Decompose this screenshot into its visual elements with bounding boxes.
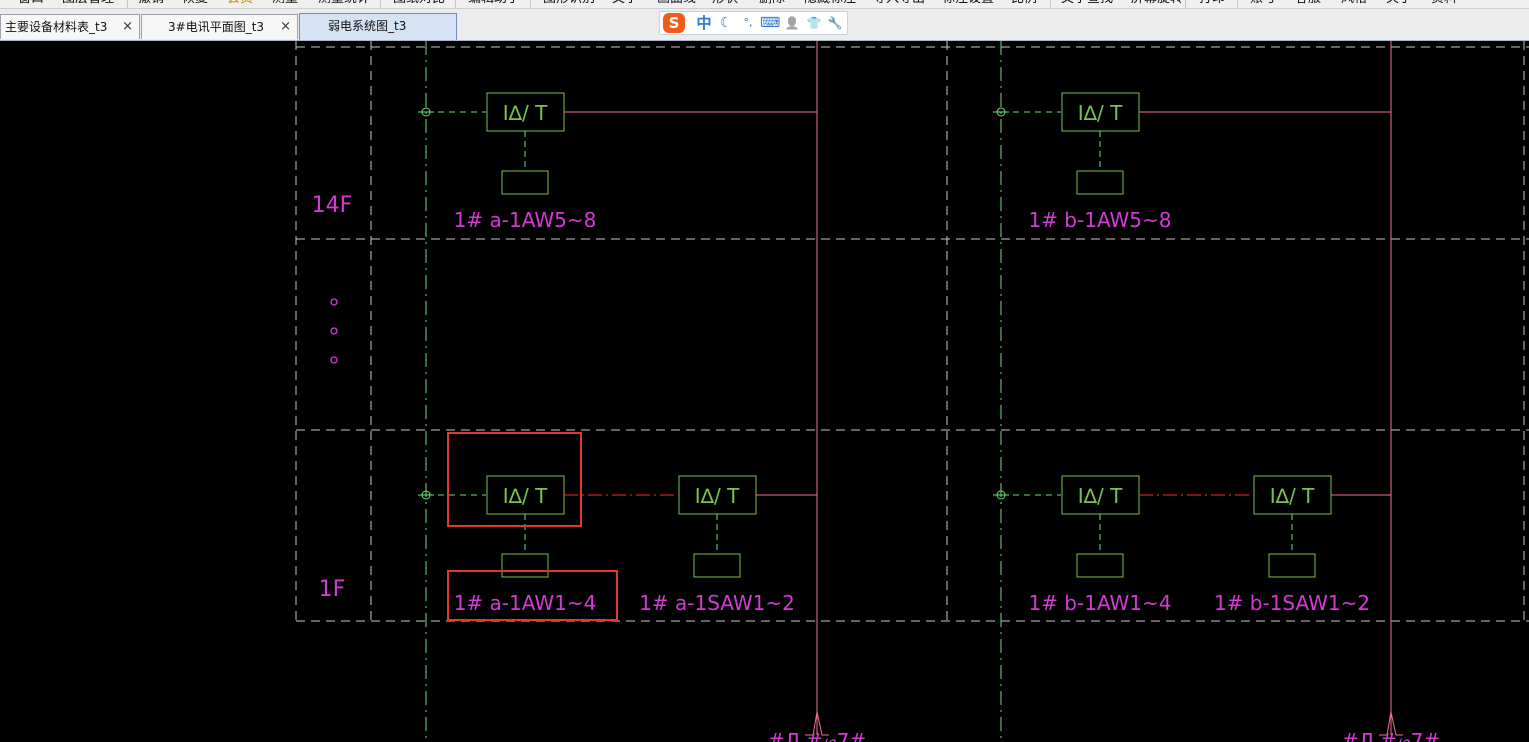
device-label: 1# a-1AW1~4 bbox=[454, 591, 597, 615]
floor-label: 1F bbox=[319, 577, 346, 602]
menu-separator bbox=[380, 0, 381, 8]
tab-label: 主要设备材料表_t3 bbox=[5, 20, 108, 34]
sub-panel-box bbox=[501, 170, 549, 195]
menu-bar: 窗口 图层管理 撤销 恢复 会员 测量 测量统计 图纸对比 编辑助手 图形识别 文字 画曲线 形状 删除 隐… bbox=[0, 0, 1529, 9]
tab-telecom-floor-plan[interactable]: 3#电讯平面图_t3 × bbox=[141, 14, 298, 39]
panel-symbol-label: I∆/ T bbox=[1078, 484, 1123, 508]
menu-item[interactable]: 画曲线 bbox=[657, 0, 696, 7]
tab-label: 3#电讯平面图_t3 bbox=[168, 20, 265, 34]
menu-item[interactable]: 恢复 bbox=[182, 0, 208, 7]
sub-panel-box bbox=[693, 553, 741, 578]
menu-item[interactable]: 客服 bbox=[1295, 0, 1321, 7]
menu-item[interactable]: 文字 bbox=[612, 0, 638, 7]
menu-item[interactable]: 关于 bbox=[1386, 0, 1412, 7]
device-label: 1# b-1AW5~8 bbox=[1028, 208, 1171, 232]
floor-label: 14F bbox=[312, 193, 353, 218]
panel-symbol-label: I∆/ T bbox=[1270, 484, 1315, 508]
menu-item[interactable]: 屏幕旋转 bbox=[1131, 0, 1183, 7]
menu-separator bbox=[127, 0, 128, 8]
menu-separator bbox=[1237, 0, 1238, 8]
highlight-box-panel bbox=[447, 432, 582, 527]
keyboard-icon[interactable]: ⌨ bbox=[760, 13, 780, 33]
device-label: 1# b-1SAW1~2 bbox=[1214, 591, 1370, 615]
ellipsis-dot bbox=[330, 356, 338, 364]
sub-panel-box bbox=[1076, 170, 1124, 195]
menu-item[interactable]: 撤销 bbox=[138, 0, 164, 7]
menu-separator bbox=[455, 0, 456, 8]
menu-item[interactable]: 比例 bbox=[1011, 0, 1037, 7]
menu-item[interactable]: 会员 bbox=[227, 0, 253, 7]
menu-item[interactable]: 测量统计 bbox=[318, 0, 370, 7]
ellipsis-dot bbox=[330, 327, 338, 335]
ime-toolbar: S 中 ☾ °, ⌨ 👤 👕 🔧 bbox=[659, 11, 848, 35]
close-icon[interactable]: × bbox=[122, 15, 133, 39]
chinese-mode-icon[interactable]: 中 bbox=[694, 13, 714, 33]
wrench-icon[interactable]: 🔧 bbox=[825, 13, 845, 33]
panel-symbol-label: I∆/ T bbox=[1078, 101, 1123, 125]
panel-symbol-label: I∆/ T bbox=[503, 484, 548, 508]
menu-item[interactable]: 窗口 bbox=[18, 0, 44, 7]
tab-weak-current-system[interactable]: 弱电系统图_t3 bbox=[299, 13, 457, 40]
close-icon[interactable]: × bbox=[280, 15, 291, 39]
menu-item[interactable]: 资料 bbox=[1431, 0, 1457, 7]
sub-panel-box bbox=[1268, 553, 1316, 578]
menu-item[interactable]: 账号 bbox=[1250, 0, 1276, 7]
riser-label: #Л #℘7# bbox=[768, 729, 866, 742]
menu-separator bbox=[1050, 0, 1051, 8]
user-icon[interactable]: 👤 bbox=[782, 13, 802, 33]
menu-item[interactable]: 打印 bbox=[1199, 0, 1225, 7]
menu-item[interactable]: 风格 bbox=[1341, 0, 1367, 7]
menu-item[interactable]: 删除 bbox=[759, 0, 785, 7]
tab-label: 弱电系统图_t3 bbox=[328, 19, 407, 33]
panel-symbol-label: I∆/ T bbox=[503, 101, 548, 125]
device-label: 1# a-1SAW1~2 bbox=[639, 591, 795, 615]
device-label: 1# a-1AW5~8 bbox=[454, 208, 597, 232]
menu-item[interactable]: 图形识别 bbox=[543, 0, 595, 7]
menu-separator bbox=[1185, 0, 1186, 8]
menu-item[interactable]: 图层管理 bbox=[62, 0, 114, 7]
menu-item[interactable]: 标注设置 bbox=[942, 0, 994, 7]
sub-panel-box bbox=[501, 553, 549, 578]
sogou-logo-icon[interactable]: S bbox=[663, 13, 685, 33]
tab-equipment-table[interactable]: 主要设备材料表_t3 × bbox=[0, 14, 140, 39]
menu-item[interactable]: 图纸对比 bbox=[393, 0, 445, 7]
menu-item[interactable]: 形状 bbox=[712, 0, 738, 7]
riser-label: #Л #℘7# bbox=[1342, 729, 1440, 742]
menu-item[interactable]: 导入导出 bbox=[873, 0, 925, 7]
sub-panel-box bbox=[1076, 553, 1124, 578]
menu-separator bbox=[530, 0, 531, 8]
menu-item[interactable]: 测量 bbox=[272, 0, 298, 7]
moon-icon[interactable]: ☾ bbox=[716, 13, 736, 33]
ellipsis-dot bbox=[330, 298, 338, 306]
punctuation-icon[interactable]: °, bbox=[738, 13, 758, 33]
menu-item[interactable]: 文字查找 bbox=[1061, 0, 1113, 7]
skin-shirt-icon[interactable]: 👕 bbox=[804, 13, 824, 33]
menu-item[interactable]: 隐藏标注 bbox=[804, 0, 856, 7]
menu-item[interactable]: 编辑助手 bbox=[468, 0, 520, 7]
panel-symbol-label: I∆/ T bbox=[695, 484, 740, 508]
cad-drawing-canvas[interactable]: I∆/ T 1# a-1AW5~8 I∆/ T 1# b-1AW5~8 I∆/ T 1# … bbox=[0, 41, 1529, 742]
device-label: 1# b-1AW1~4 bbox=[1028, 591, 1171, 615]
